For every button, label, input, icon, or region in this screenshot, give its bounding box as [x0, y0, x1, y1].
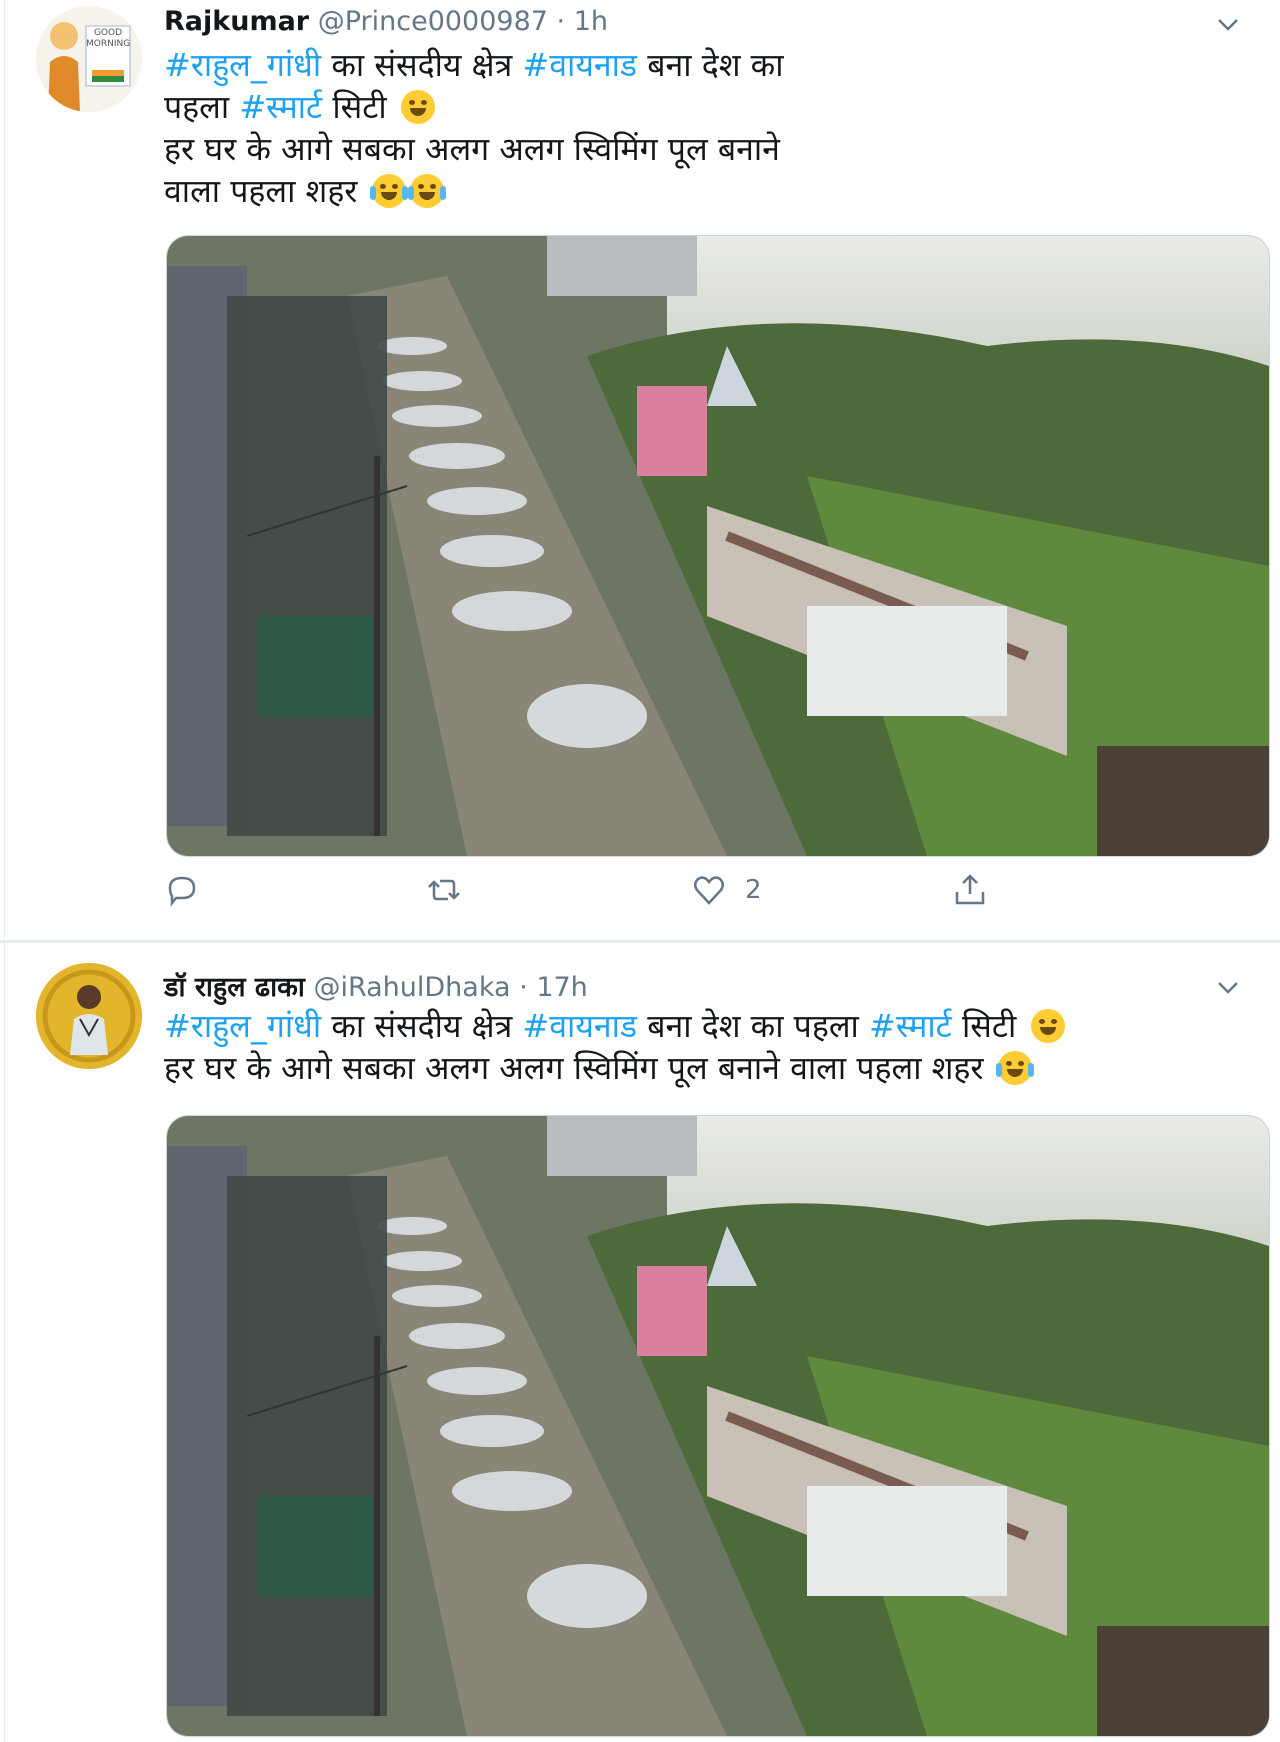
separator: · — [556, 6, 566, 37]
laughing-tears-emoji — [407, 174, 446, 208]
user-handle[interactable]: @iRahulDhaka — [313, 972, 510, 1003]
text-line: हर घर के आगे सबका अलग अलग स्विमिंग पूल ब… — [164, 128, 784, 170]
timeline-feed: GOOD MORNING Rajkumar @Prince0000987 · 1… — [0, 0, 1280, 1742]
chevron-down-icon[interactable] — [1216, 12, 1240, 36]
tweet[interactable]: डॉ राहुल ढाका @iRahulDhaka · 17h #राहुल_… — [0, 943, 1280, 1742]
hashtag-link[interactable]: #स्मार्ट — [239, 88, 322, 126]
tweet-photo[interactable] — [166, 1115, 1270, 1737]
text-segment: हर घर के आगे सबका अलग अलग स्विमिंग पूल ब… — [164, 130, 780, 168]
text-segment: वाला पहला शहर — [164, 172, 358, 210]
like-count: 2 — [745, 875, 762, 905]
reply-button[interactable] — [164, 870, 218, 910]
text-segment: सिटी — [951, 1007, 1017, 1045]
laughing-tears-emoji — [369, 174, 408, 208]
display-name[interactable]: डॉ राहुल ढाका — [164, 972, 305, 1003]
text-line: वाला पहला शहर — [164, 170, 784, 212]
text-segment: का संसदीय क्षेत्र — [321, 1007, 523, 1045]
text-segment: बना देश का — [637, 46, 784, 84]
hashtag-link[interactable]: #राहुल_गांधी — [164, 46, 321, 84]
timestamp[interactable]: 1h — [574, 6, 608, 37]
avatar-caption: GOOD MORNING — [86, 28, 131, 49]
tweet[interactable]: GOOD MORNING Rajkumar @Prince0000987 · 1… — [0, 0, 1280, 943]
tweet-header: डॉ राहुल ढाका @iRahulDhaka · 17h — [164, 967, 588, 1004]
user-handle[interactable]: @Prince0000987 — [318, 6, 548, 37]
chevron-down-icon[interactable] — [1216, 975, 1240, 999]
hashtag-link[interactable]: #वायनाड — [522, 1007, 637, 1045]
text-segment: हर घर के आगे सबका अलग अलग स्विमिंग पूल ब… — [164, 1049, 984, 1087]
hashtag-link[interactable]: #स्मार्ट — [869, 1007, 952, 1045]
hashtag-link[interactable]: #राहुल_गांधी — [164, 1007, 321, 1045]
text-line: हर घर के आगे सबका अलग अलग स्विमिंग पूल ब… — [164, 1047, 1065, 1089]
retweet-button[interactable] — [426, 870, 480, 910]
text-segment: का संसदीय क्षेत्र — [321, 46, 523, 84]
grinning-face-emoji — [1030, 1009, 1065, 1043]
share-icon — [955, 874, 985, 905]
text-line: #राहुल_गांधी का संसदीय क्षेत्र #वायनाड ब… — [164, 1005, 1065, 1047]
tweet-text: #राहुल_गांधी का संसदीय क्षेत्र #वायनाड ब… — [164, 1005, 1065, 1089]
avatar[interactable]: GOOD MORNING — [36, 6, 142, 112]
heart-icon — [694, 876, 724, 905]
laughing-tears-emoji — [995, 1051, 1034, 1085]
text-line: #राहुल_गांधी का संसदीय क्षेत्र #वायनाड ब… — [164, 44, 784, 86]
tweet-header: Rajkumar @Prince0000987 · 1h — [164, 6, 608, 37]
tweet-actions: 2 — [164, 870, 1104, 910]
separator: · — [519, 972, 528, 1003]
text-segment: पहला — [164, 88, 240, 126]
like-button[interactable]: 2 — [691, 870, 762, 910]
text-line: पहला #स्मार्ट सिटी — [164, 86, 784, 128]
hashtag-link[interactable]: #वायनाड — [522, 46, 637, 84]
text-segment: सिटी — [322, 88, 387, 126]
avatar[interactable] — [36, 963, 142, 1069]
tweet-photo[interactable] — [166, 235, 1270, 857]
text-segment: बना देश का पहला — [637, 1007, 869, 1045]
reply-icon — [168, 876, 196, 907]
display-name[interactable]: Rajkumar — [164, 6, 309, 37]
share-button[interactable] — [952, 870, 988, 910]
smiling-face-emoji — [400, 90, 435, 124]
tweet-text: #राहुल_गांधी का संसदीय क्षेत्र #वायनाड ब… — [164, 44, 784, 212]
retweet-icon — [428, 879, 460, 901]
timestamp[interactable]: 17h — [536, 972, 587, 1003]
